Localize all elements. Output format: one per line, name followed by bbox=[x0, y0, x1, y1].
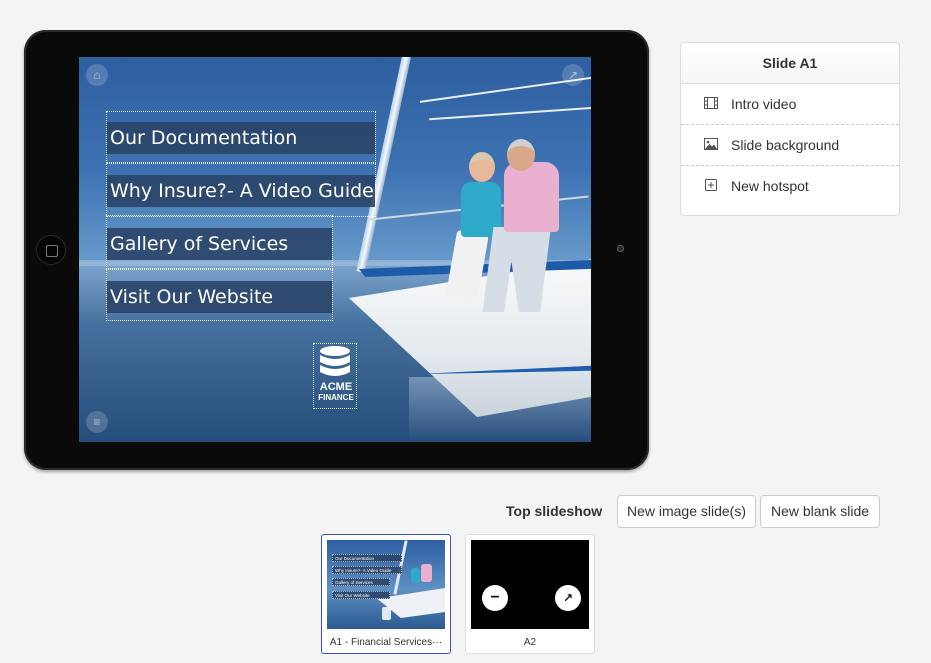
thumb-menu-item: Gallery of Services bbox=[332, 578, 390, 586]
minus-icon: − bbox=[482, 585, 508, 611]
tablet-camera bbox=[617, 245, 624, 252]
slide-panel: Slide A1 Intro video Slide background Ne… bbox=[680, 42, 900, 216]
database-icon bbox=[320, 346, 350, 376]
thumb-menu-item: Why Insure?- A Video Guide bbox=[332, 566, 402, 574]
menu-button-website[interactable]: Visit Our Website bbox=[107, 281, 332, 313]
panel-item-new-hotspot[interactable]: New hotspot bbox=[681, 166, 899, 207]
thumb-menu-item: Visit Our Website bbox=[332, 591, 390, 599]
logo-line2: FINANCE bbox=[318, 393, 354, 402]
thumb-menu-item: Our Documentation bbox=[332, 554, 402, 562]
new-image-slide-button[interactable]: New image slide(s) bbox=[617, 495, 756, 528]
film-icon bbox=[703, 84, 719, 125]
panel-item-label: Slide background bbox=[731, 137, 840, 153]
slide-preview[interactable]: ⌂ ↗ ≡ Our Documentation Why Insure?- A V… bbox=[79, 57, 591, 442]
slideshow-label: Top slideshow bbox=[506, 503, 603, 519]
tablet-home-button bbox=[36, 235, 66, 265]
image-icon bbox=[703, 125, 719, 166]
panel-item-slide-background[interactable]: Slide background bbox=[681, 125, 899, 166]
share-icon[interactable]: ↗ bbox=[562, 64, 584, 86]
acme-finance-logo[interactable]: ACME FINANCE bbox=[313, 343, 357, 409]
thumbnail-caption: A2 bbox=[523, 637, 537, 648]
logo-line1: ACME bbox=[319, 381, 353, 393]
slide-thumbnail-a1[interactable]: Our Documentation Why Insure?- A Video G… bbox=[321, 534, 451, 654]
menu-button-gallery[interactable]: Gallery of Services bbox=[107, 228, 332, 260]
new-blank-slide-button[interactable]: New blank slide bbox=[760, 495, 880, 528]
thumbnail-image: Our Documentation Why Insure?- A Video G… bbox=[327, 540, 445, 629]
panel-title: Slide A1 bbox=[681, 43, 899, 84]
arrow-up-right-icon: ↗ bbox=[555, 585, 581, 611]
menu-button-documentation[interactable]: Our Documentation bbox=[107, 122, 375, 154]
panel-item-intro-video[interactable]: Intro video bbox=[681, 84, 899, 125]
plus-square-icon bbox=[703, 166, 719, 207]
panel-item-label: Intro video bbox=[731, 96, 797, 112]
thumbnail-image: − ↗ bbox=[471, 540, 589, 629]
panel-item-label: New hotspot bbox=[731, 178, 809, 194]
thumbnail-caption: A1 - Financial Services··· bbox=[329, 637, 443, 648]
slide-thumbnail-a2[interactable]: − ↗ A2 bbox=[465, 534, 595, 654]
home-icon[interactable]: ⌂ bbox=[86, 64, 108, 86]
menu-icon[interactable]: ≡ bbox=[86, 411, 108, 433]
thumb-logo bbox=[382, 607, 391, 620]
menu-button-video-guide[interactable]: Why Insure?- A Video Guide bbox=[107, 175, 375, 207]
